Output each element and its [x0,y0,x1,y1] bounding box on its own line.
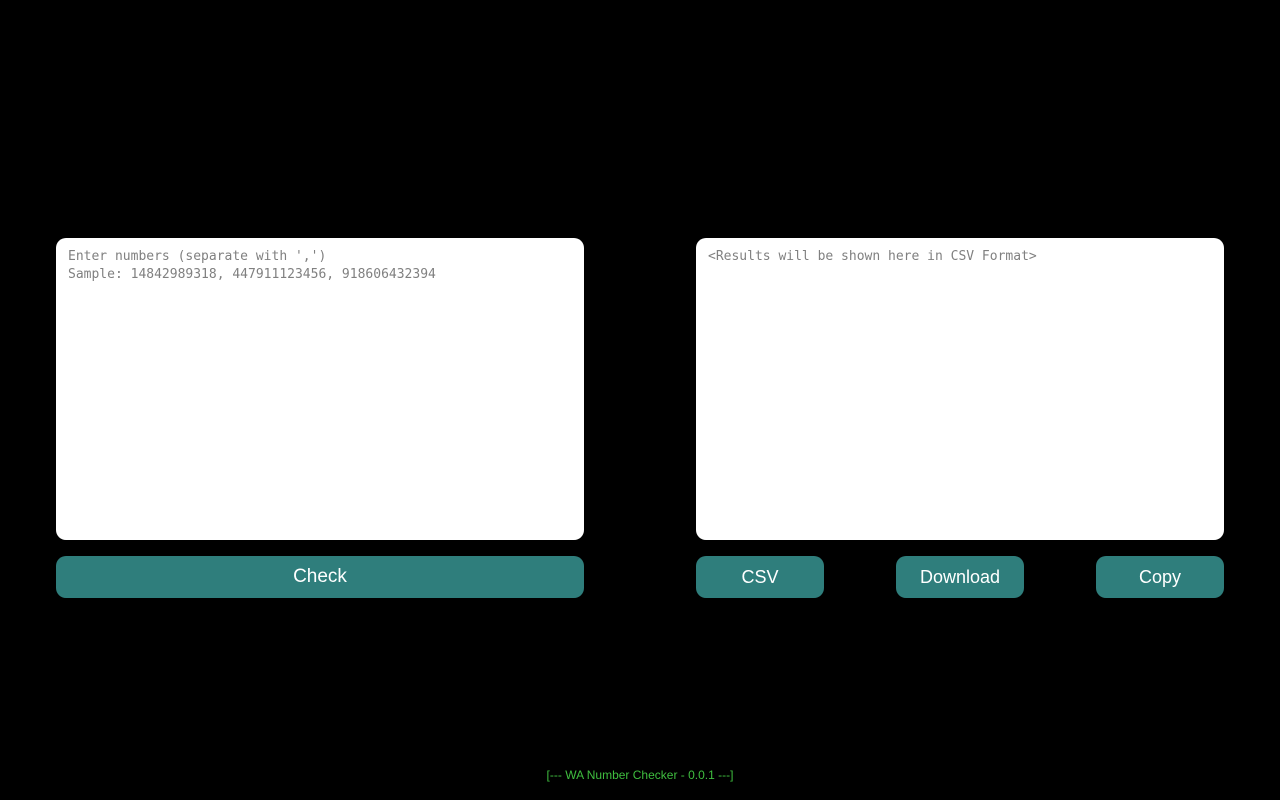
input-panel: Check [56,238,584,598]
main-container: Check CSV Download Copy [0,238,1280,598]
csv-button[interactable]: CSV [696,556,824,598]
check-button[interactable]: Check [56,556,584,598]
output-panel: CSV Download Copy [696,238,1224,598]
download-button[interactable]: Download [896,556,1024,598]
numbers-input[interactable] [56,238,584,540]
output-button-row: CSV Download Copy [696,556,1224,598]
copy-button[interactable]: Copy [1096,556,1224,598]
footer-text: [--- WA Number Checker - 0.0.1 ---] [0,768,1280,782]
results-output[interactable] [696,238,1224,540]
input-button-row: Check [56,556,584,598]
